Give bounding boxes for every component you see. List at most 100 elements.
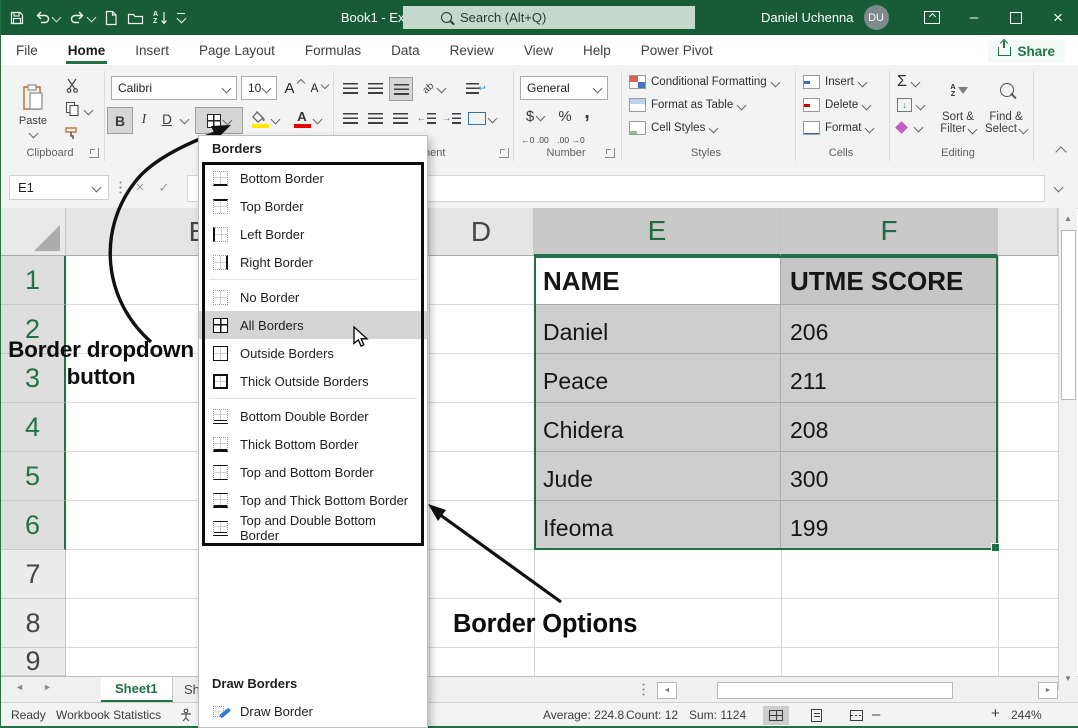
align-right-button[interactable] [389, 107, 411, 129]
tab-power-pivot[interactable]: Power Pivot [626, 36, 728, 64]
column-header-D[interactable]: D [429, 208, 534, 256]
clipboard-dialog-launcher[interactable] [89, 148, 99, 158]
sort-filter-button[interactable]: Sort & Filter [935, 107, 981, 139]
align-left-button[interactable] [339, 107, 361, 129]
decrease-indent-button[interactable]: ← [415, 107, 437, 129]
autosum-button[interactable]: Σ [897, 73, 919, 91]
accessibility-icon[interactable] [179, 708, 193, 725]
number-dialog-launcher[interactable] [605, 148, 615, 158]
align-center-button[interactable] [364, 107, 386, 129]
increase-font-size-button[interactable]: A [283, 76, 305, 100]
cell-E1[interactable]: NAME [534, 256, 781, 305]
bold-button[interactable]: B [107, 107, 133, 134]
tab-page-layout[interactable]: Page Layout [184, 36, 290, 64]
menu-item-none[interactable]: No Border [199, 283, 427, 311]
conditional-formatting-button[interactable]: Conditional Formatting [629, 75, 779, 89]
tab-review[interactable]: Review [435, 36, 509, 64]
cancel-button[interactable]: × [129, 175, 151, 200]
menu-item-outside[interactable]: Outside Borders [199, 339, 427, 367]
normal-view-button[interactable] [763, 706, 789, 725]
orientation-button[interactable]: ab [417, 77, 451, 99]
menu-item-top-thick-bottom[interactable]: Top and Thick Bottom Border [199, 486, 427, 514]
collapse-ribbon-button[interactable] [1049, 143, 1073, 161]
share-button[interactable]: Share [988, 40, 1065, 62]
menu-item-left[interactable]: Left Border [199, 220, 427, 248]
zoom-out-button[interactable]: – [872, 706, 880, 723]
cell-F5[interactable]: 300 [781, 452, 998, 501]
column-header-F[interactable]: F [781, 208, 998, 256]
sort-az-icon[interactable]: AZ [153, 11, 168, 25]
scroll-up-icon[interactable]: ▲ [1061, 210, 1075, 226]
tab-split-grip[interactable] [642, 682, 645, 697]
avatar[interactable]: DU [864, 5, 889, 30]
italic-button[interactable]: I [134, 107, 154, 132]
comma-style-button[interactable]: , [579, 101, 595, 123]
new-file-icon[interactable] [104, 10, 118, 26]
insert-cells-button[interactable]: Insert [803, 75, 866, 89]
menu-item-all[interactable]: All Borders [199, 311, 427, 339]
find-select-button[interactable]: Find & Select [983, 107, 1029, 139]
select-all-button[interactable] [1, 208, 66, 256]
menu-item-thick-outside[interactable]: Thick Outside Borders [199, 367, 427, 395]
clear-button[interactable] [897, 123, 922, 132]
alignment-dialog-launcher[interactable] [499, 148, 509, 158]
page-break-view-button[interactable] [843, 706, 869, 725]
scroll-left-icon[interactable]: ◄ [657, 682, 677, 699]
bottom-align-button[interactable] [389, 77, 413, 101]
minimize-button[interactable]: – [953, 0, 995, 35]
open-file-icon[interactable] [127, 11, 144, 25]
cell-styles-button[interactable]: Cell Styles [629, 121, 717, 135]
font-size-select[interactable]: 10 [241, 76, 277, 100]
ribbon-display-options-button[interactable] [911, 0, 953, 35]
maximize-button[interactable] [995, 0, 1037, 35]
wrap-text-button[interactable]: ↩ [463, 77, 489, 99]
cell-F2[interactable]: 206 [781, 305, 998, 354]
row-header-1[interactable]: 1 [1, 256, 66, 305]
zoom-in-button[interactable]: + [991, 705, 1000, 722]
cell-F3[interactable]: 211 [781, 354, 998, 403]
search-input[interactable]: Search (Alt+Q) [403, 6, 695, 29]
undo-button[interactable] [34, 10, 60, 25]
vertical-scroll-thumb[interactable] [1061, 230, 1076, 400]
undo-dropdown-icon[interactable] [52, 13, 62, 23]
menu-item-bottom[interactable]: Bottom Border [199, 164, 427, 192]
close-button[interactable]: × [1037, 0, 1078, 35]
column-header-partial[interactable] [998, 208, 1058, 256]
tab-view[interactable]: View [509, 36, 568, 64]
horizontal-scroll-thumb[interactable] [717, 682, 953, 699]
fill-button[interactable]: ↓ [897, 98, 924, 112]
format-as-table-button[interactable]: Format as Table [629, 98, 745, 112]
underline-dropdown-icon[interactable] [177, 107, 191, 132]
tab-home[interactable]: Home [53, 36, 121, 64]
font-color-button[interactable]: A [289, 107, 325, 132]
cell-E5[interactable]: Jude [534, 452, 781, 501]
increase-indent-button[interactable]: → [440, 107, 462, 129]
menu-item-bottom-double[interactable]: Bottom Double Border [199, 402, 427, 430]
customize-toolbar-icon[interactable] [177, 13, 185, 23]
menu-item-top-bottom[interactable]: Top and Bottom Border [199, 458, 427, 486]
account-area[interactable]: Daniel Uchenna DU [761, 0, 889, 35]
top-align-button[interactable] [339, 77, 361, 99]
tab-help[interactable]: Help [568, 36, 626, 64]
underline-button[interactable]: D [157, 107, 177, 132]
workbook-statistics-button[interactable]: Workbook Statistics [56, 708, 161, 722]
delete-cells-button[interactable]: Delete [803, 98, 870, 112]
expand-formula-bar-icon[interactable] [1047, 175, 1069, 200]
cell-F1[interactable]: UTME SCORE [781, 256, 998, 305]
zoom-level[interactable]: 244% [1011, 708, 1042, 722]
cell-F6[interactable]: 199 [781, 501, 998, 550]
row-header-7[interactable]: 7 [1, 550, 66, 599]
row-header-8[interactable]: 8 [1, 599, 66, 648]
row-header-4[interactable]: 4 [1, 403, 66, 452]
redo-button[interactable] [69, 10, 95, 25]
next-sheet-icon[interactable]: ► [43, 682, 52, 692]
name-box[interactable]: E1 [9, 175, 109, 200]
format-cells-button[interactable]: Format [803, 121, 873, 135]
cut-button[interactable] [61, 75, 83, 95]
decrease-font-size-button[interactable]: A [308, 76, 330, 100]
sheet-tab-sheet1[interactable]: Sheet1 [101, 677, 173, 702]
cell-F4[interactable]: 208 [781, 403, 998, 452]
vertical-scrollbar[interactable]: ▲ ▼ [1058, 208, 1077, 690]
page-layout-view-button[interactable] [803, 706, 829, 725]
row-header-9[interactable]: 9 [1, 648, 66, 676]
